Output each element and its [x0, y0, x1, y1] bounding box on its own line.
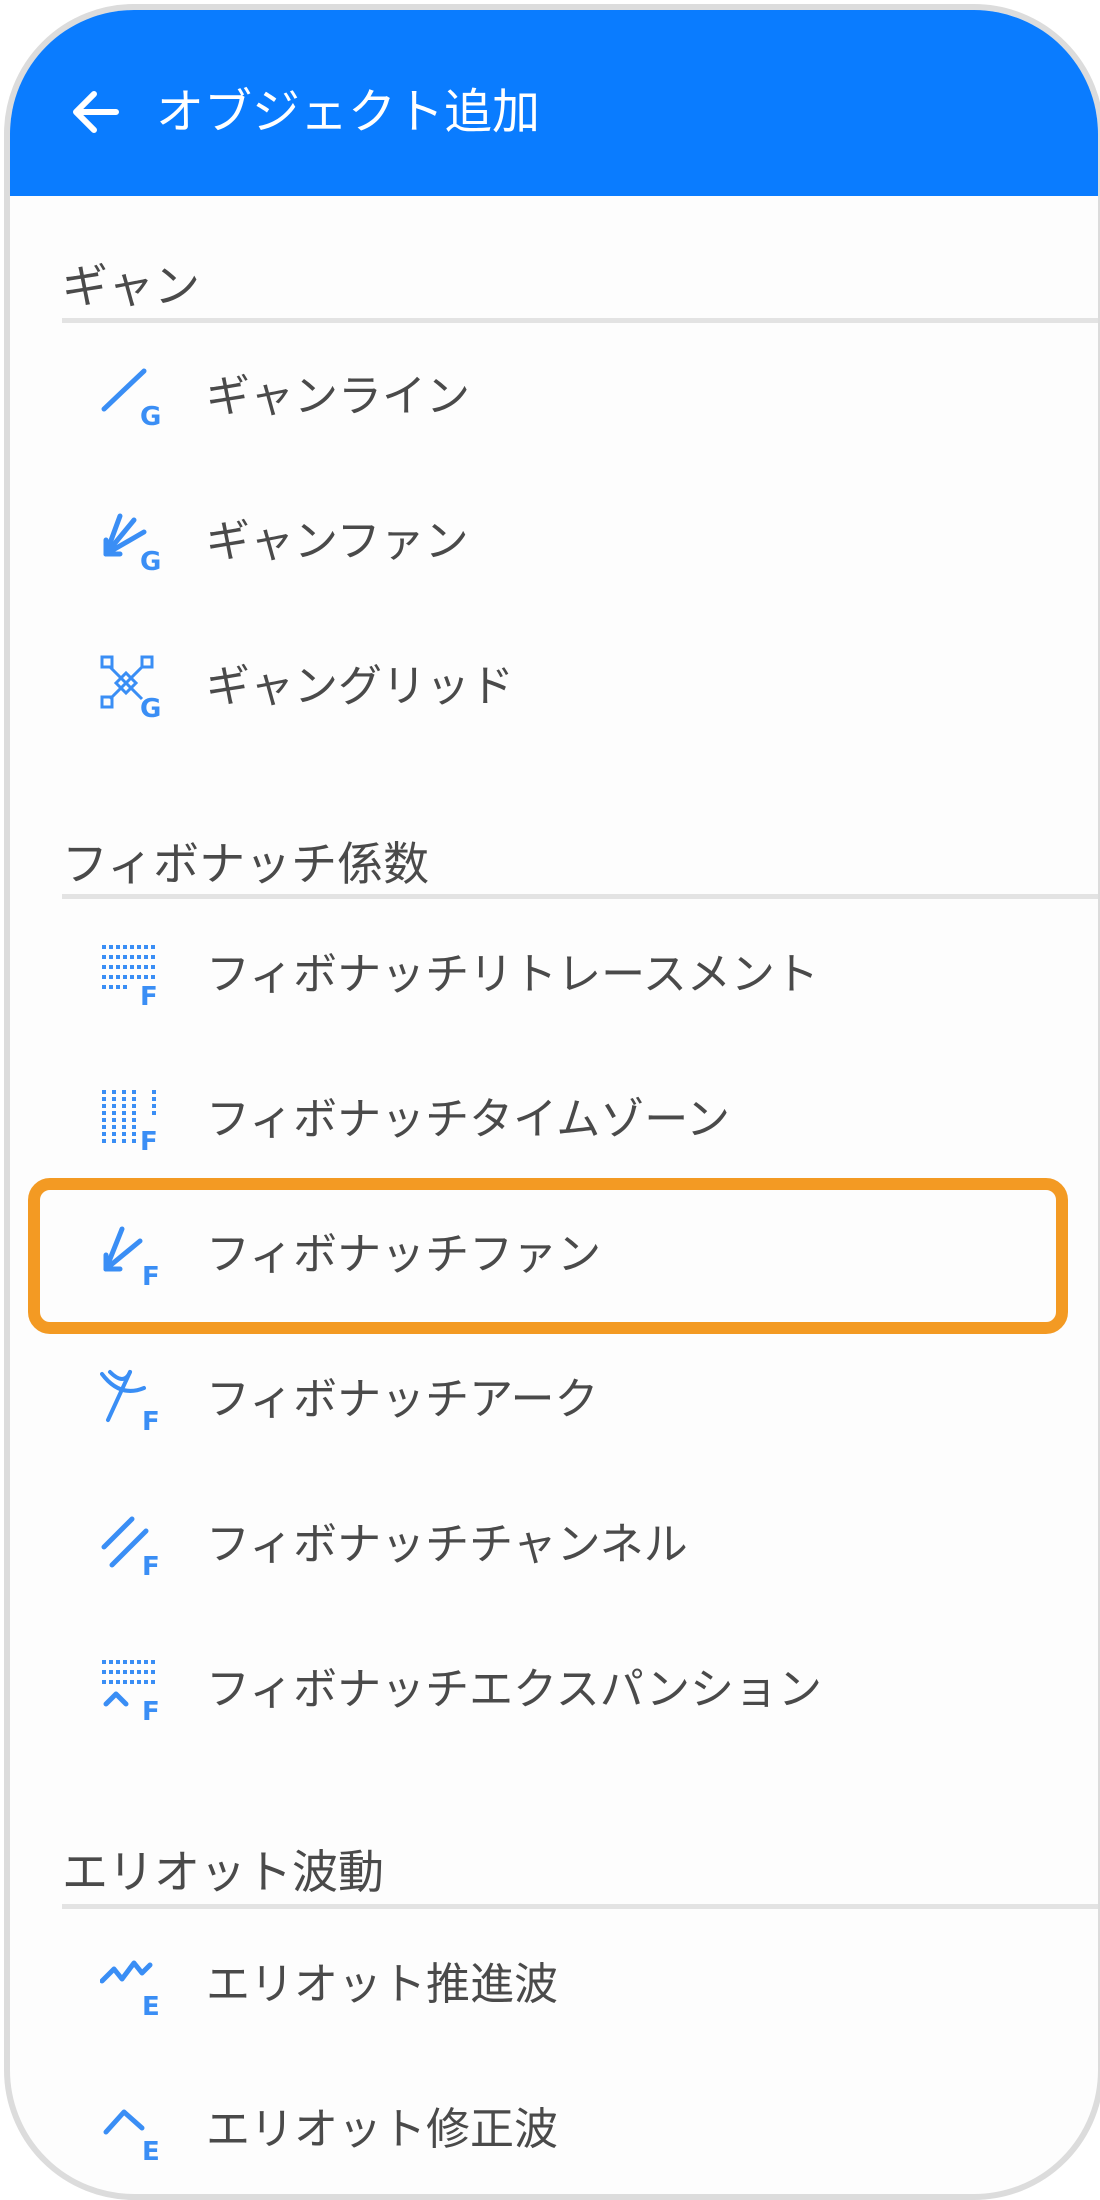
menu-item-label: エリオット推進波	[206, 1959, 558, 2010]
menu-item-fibonacci-arc[interactable]: F フィボナッチアーク	[10, 1335, 1098, 1465]
elliott-corrective-wave-icon: E	[103, 2109, 160, 2162]
menu-item-elliott-corrective-wave[interactable]: E エリオット修正波	[10, 2065, 1098, 2194]
svg-text:F: F	[142, 1697, 160, 1722]
menu-item-label: フィボナッチチャンネル	[206, 1519, 688, 1570]
section-divider	[62, 1904, 1098, 1909]
menu-item-fibonacci-expansion[interactable]: F フィボナッチエクスパンション	[10, 1625, 1098, 1755]
gann-line-icon: G	[101, 368, 161, 429]
menu-item-gann-grid[interactable]: G ギャングリッド	[10, 622, 1098, 752]
fibonacci-timezone-icon: F	[102, 1090, 158, 1152]
fibonacci-expansion-icon: F	[102, 1660, 160, 1722]
svg-text:F: F	[142, 1552, 160, 1577]
svg-text:G: G	[140, 402, 161, 429]
menu-item-label: エリオット修正波	[206, 2104, 558, 2155]
svg-text:E: E	[142, 1992, 160, 2017]
svg-text:E: E	[142, 2137, 160, 2162]
section-title-elliott: エリオット波動	[62, 1845, 384, 1899]
menu-item-label: ギャンファン	[206, 516, 469, 567]
menu-item-label: フィボナッチリトレースメント	[206, 949, 819, 1000]
menu-item-fibonacci-channel[interactable]: F フィボナッチチャンネル	[10, 1480, 1098, 1610]
fibonacci-arc-icon: F	[100, 1370, 160, 1432]
svg-text:F: F	[140, 982, 158, 1007]
gann-fan-icon: G	[103, 513, 161, 574]
menu-item-elliott-impulse-wave[interactable]: E エリオット推進波	[10, 1920, 1098, 2050]
menu-item-gann-line[interactable]: G ギャンライン	[10, 332, 1098, 462]
menu-item-label: フィボナッチタイムゾーン	[206, 1094, 731, 1145]
page-title: オブジェクト追加	[156, 84, 541, 140]
back-button[interactable]	[66, 82, 126, 142]
section-divider	[62, 318, 1098, 323]
fibonacci-channel-icon: F	[101, 1516, 160, 1577]
svg-text:F: F	[142, 1407, 160, 1432]
elliott-impulse-wave-icon: E	[100, 1960, 160, 2017]
section-title-fibonacci: フィボナッチ係数	[62, 837, 430, 891]
menu-item-fibonacci-retracement[interactable]: F フィボナッチリトレースメント	[10, 910, 1098, 1040]
phone-frame: オブジェクト追加 ギャン G ギャンライン G ギャンファン G ギャングリッド…	[4, 4, 1100, 2200]
menu-item-label: ギャングリッド	[206, 661, 514, 712]
app-header: オブジェクト追加	[10, 10, 1098, 196]
svg-text:F: F	[140, 1127, 158, 1152]
menu-item-fibonacci-fan[interactable]: F フィボナッチファン	[10, 1190, 1098, 1320]
svg-text:G: G	[140, 547, 161, 574]
section-divider	[62, 894, 1098, 899]
menu-item-label: フィボナッチファン	[206, 1229, 602, 1280]
menu-item-label: ギャンライン	[206, 371, 470, 422]
section-title-gann: ギャン	[62, 259, 200, 313]
fibonacci-fan-icon: F	[103, 1226, 160, 1287]
menu-item-fibonacci-timezone[interactable]: F フィボナッチタイムゾーン	[10, 1055, 1098, 1185]
menu-item-gann-fan[interactable]: G ギャンファン	[10, 477, 1098, 607]
svg-text:G: G	[140, 694, 161, 719]
menu-item-label: フィボナッチエクスパンション	[206, 1664, 822, 1715]
menu-item-label: フィボナッチアーク	[206, 1374, 599, 1425]
gann-grid-icon: G	[100, 655, 161, 719]
svg-text:F: F	[142, 1262, 160, 1287]
arrow-left-icon	[73, 91, 119, 133]
fibonacci-retracement-icon: F	[102, 945, 158, 1007]
